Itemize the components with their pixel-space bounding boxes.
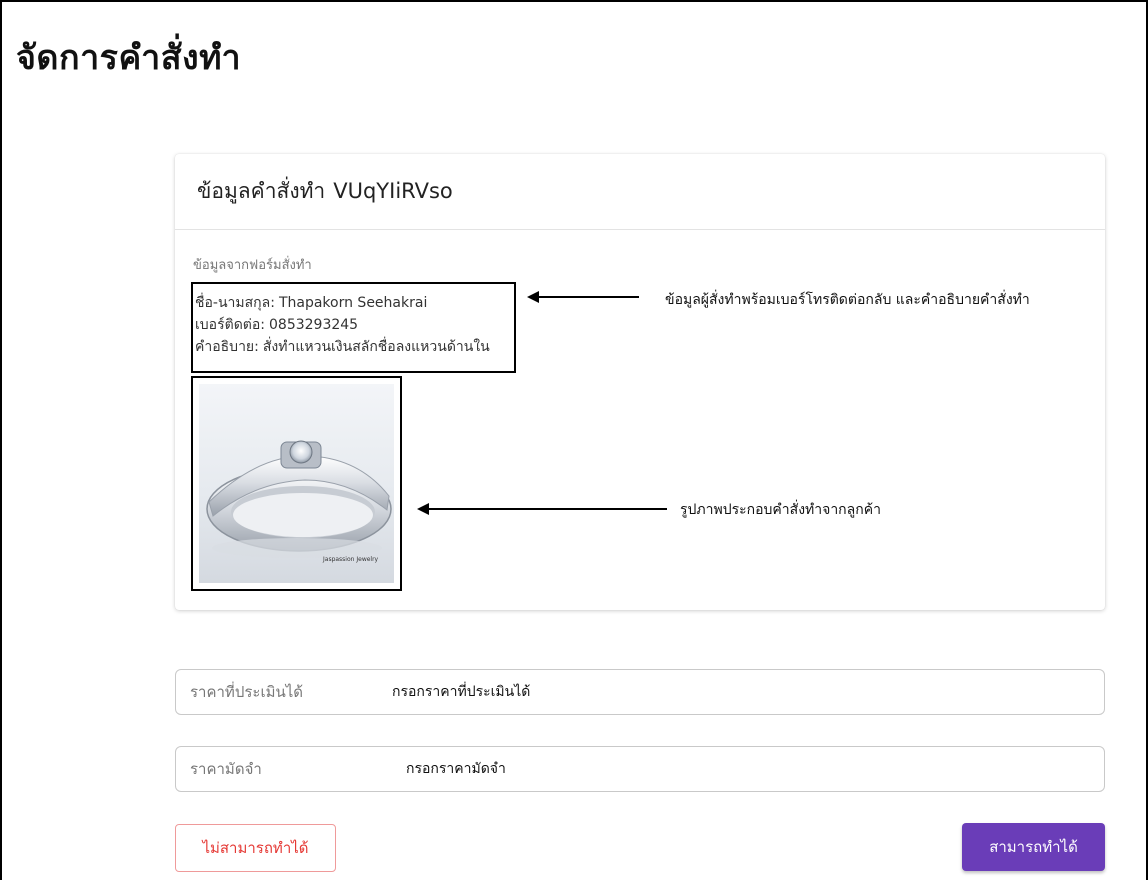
customer-name-value: Thapakorn Seehakrai bbox=[278, 295, 428, 311]
phone-value: 0853293245 bbox=[269, 317, 359, 333]
form-source-label: ข้อมูลจากฟอร์มสั่งทำ bbox=[193, 258, 312, 273]
card-title-prefix: ข้อมูลคำสั่งทำ bbox=[197, 179, 326, 203]
photo-watermark: Jaspassion Jewelry bbox=[323, 556, 379, 563]
phone-row: เบอร์ติดต่อ: 0853293245 bbox=[195, 314, 514, 336]
ring-icon bbox=[206, 440, 392, 558]
estimated-price-field[interactable]: ราคาที่ประเมินได้ bbox=[175, 669, 1105, 715]
customer-name-label: ชื่อ-นามสกุล: bbox=[195, 295, 275, 311]
accept-button[interactable]: สามารถทำได้ bbox=[962, 823, 1105, 871]
customer-name-row: ชื่อ-นามสกุล: Thapakorn Seehakrai bbox=[195, 292, 514, 314]
deposit-price-label: ราคามัดจำ bbox=[190, 760, 262, 778]
info-annotation: ข้อมูลผู้สั่งทำพร้อมเบอร์โทรติดต่อกลับ แ… bbox=[665, 292, 1030, 308]
card-title: ข้อมูลคำสั่งทำ VUqYIiRVso bbox=[197, 175, 453, 208]
image-arrow-line bbox=[427, 508, 667, 510]
card-header: ข้อมูลคำสั่งทำ VUqYIiRVso bbox=[175, 154, 1105, 230]
description-row: คำอธิบาย: สั่งทำแหวนเงินสลักชื่อลงแหวนด้า… bbox=[195, 336, 514, 358]
page-title: จัดการคำสั่งทำ bbox=[16, 38, 242, 78]
deposit-price-field[interactable]: ราคามัดจำ bbox=[175, 746, 1105, 792]
ring-photo: Jaspassion Jewelry bbox=[199, 384, 394, 583]
estimated-price-label: ราคาที่ประเมินได้ bbox=[190, 683, 304, 701]
description-value: สั่งทำแหวนเงินสลักชื่อลงแหวนด้านใน bbox=[262, 339, 490, 355]
customer-info-box: ชื่อ-นามสกุล: Thapakorn Seehakrai เบอร์ติ… bbox=[191, 282, 516, 373]
order-id: VUqYIiRVso bbox=[333, 179, 453, 203]
deposit-price-input[interactable] bbox=[406, 755, 1096, 783]
phone-label: เบอร์ติดต่อ: bbox=[195, 317, 265, 333]
info-arrow-line bbox=[537, 296, 639, 298]
order-image-frame[interactable]: Jaspassion Jewelry bbox=[191, 376, 402, 591]
image-annotation: รูปภาพประกอบคำสั่งทำจากลูกค้า bbox=[680, 502, 881, 518]
reject-button[interactable]: ไม่สามารถทำได้ bbox=[175, 824, 336, 872]
description-label: คำอธิบาย: bbox=[195, 339, 259, 355]
estimated-price-input[interactable] bbox=[392, 678, 1082, 706]
order-info-card: ข้อมูลคำสั่งทำ VUqYIiRVso ข้อมูลจากฟอร์มส… bbox=[175, 154, 1105, 610]
